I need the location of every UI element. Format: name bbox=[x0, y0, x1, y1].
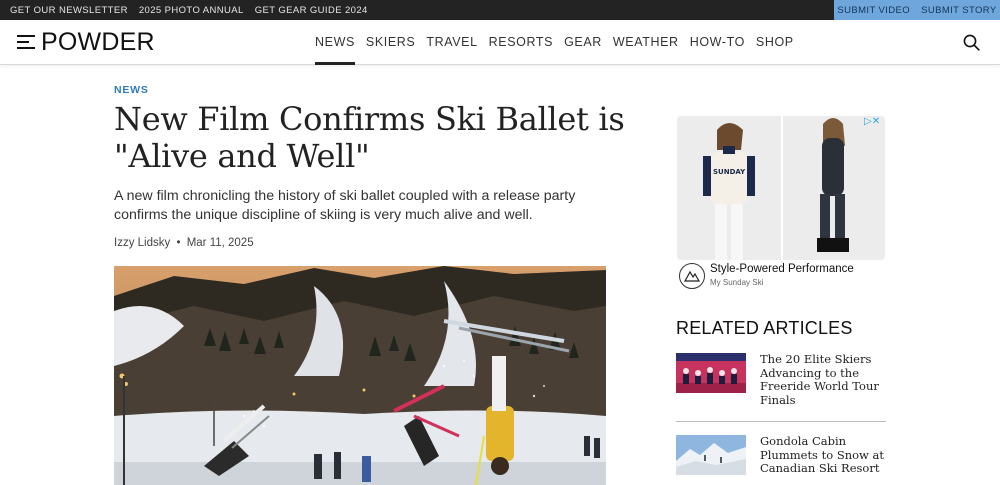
nav-gear[interactable]: GEAR bbox=[564, 20, 602, 65]
article-dek: A new film chronicling the history of sk… bbox=[114, 188, 576, 223]
nav-resorts[interactable]: RESORTS bbox=[489, 20, 553, 65]
nav-shop[interactable]: SHOP bbox=[756, 20, 794, 65]
nav-skiers[interactable]: SKIERS bbox=[366, 20, 415, 65]
newsletter-link[interactable]: GET OUR NEWSLETTER bbox=[10, 5, 128, 16]
sidebar-ad[interactable]: SUNDAY ▷✕ Style-Powered Performance My S… bbox=[677, 116, 885, 291]
photo-annual-link[interactable]: 2025 PHOTO ANNUAL bbox=[139, 5, 244, 16]
nav-how-to[interactable]: HOW-TO bbox=[690, 20, 745, 65]
ski-ballet-photo bbox=[114, 266, 606, 485]
publish-date: Mar 11, 2025 bbox=[186, 237, 254, 249]
menu-icon[interactable] bbox=[17, 35, 35, 49]
byline: Izzy Lidsky • Mar 11, 2025 bbox=[114, 237, 254, 249]
related-thumb-1[interactable] bbox=[676, 353, 746, 393]
mountain-icon bbox=[683, 270, 701, 282]
mountain-snow-thumb bbox=[676, 435, 746, 475]
ad-brand-logo bbox=[679, 263, 705, 289]
submit-video-link[interactable]: SUBMIT VIDEO bbox=[837, 5, 910, 16]
search-icon[interactable] bbox=[963, 34, 980, 51]
ad-image[interactable]: SUNDAY bbox=[677, 116, 885, 260]
nav-weather[interactable]: WEATHER bbox=[613, 20, 679, 65]
ad-photo: SUNDAY bbox=[677, 116, 885, 260]
utility-bar: GET OUR NEWSLETTER 2025 PHOTO ANNUAL GET… bbox=[0, 0, 1000, 20]
freeride-podium-thumb bbox=[676, 353, 746, 393]
author-name[interactable]: Izzy Lidsky bbox=[114, 237, 170, 249]
hero-image bbox=[114, 266, 606, 485]
byline-separator: • bbox=[176, 237, 181, 249]
gear-guide-link[interactable]: GET GEAR GUIDE 2024 bbox=[255, 5, 368, 16]
related-title-2[interactable]: Gondola Cabin Plummets to Snow at Canadi… bbox=[760, 434, 886, 476]
nav-news[interactable]: NEWS bbox=[315, 20, 355, 65]
ad-title[interactable]: Style-Powered Performance bbox=[710, 263, 854, 275]
related-article-1[interactable]: The 20 Elite Skiers Advancing to the Fre… bbox=[676, 352, 886, 413]
article-category[interactable]: NEWS bbox=[114, 84, 149, 96]
related-articles-heading: RELATED ARTICLES bbox=[676, 318, 853, 338]
related-title-1[interactable]: The 20 Elite Skiers Advancing to the Fre… bbox=[760, 352, 886, 407]
nav-travel[interactable]: TRAVEL bbox=[426, 20, 477, 65]
ad-brand: My Sunday Ski bbox=[710, 278, 764, 287]
main-header: POWDER NEWS SKIERS TRAVEL RESORTS GEAR W… bbox=[0, 20, 1000, 65]
related-article-2[interactable]: Gondola Cabin Plummets to Snow at Canadi… bbox=[676, 434, 886, 485]
ad-sweater-text: SUNDAY bbox=[713, 168, 746, 176]
article-headline: New Film Confirms Ski Ballet is "Alive a… bbox=[114, 100, 625, 175]
ad-choices-icon[interactable]: ▷✕ bbox=[864, 116, 880, 127]
related-divider bbox=[676, 421, 886, 422]
related-thumb-2[interactable] bbox=[676, 435, 746, 475]
submit-story-link[interactable]: SUBMIT STORY bbox=[921, 5, 997, 16]
utility-links: GET OUR NEWSLETTER 2025 PHOTO ANNUAL GET… bbox=[10, 0, 368, 20]
main-nav: NEWS SKIERS TRAVEL RESORTS GEAR WEATHER … bbox=[315, 20, 794, 65]
submit-actions: SUBMIT VIDEO SUBMIT STORY bbox=[834, 0, 1000, 20]
site-logo[interactable]: POWDER bbox=[41, 28, 155, 56]
